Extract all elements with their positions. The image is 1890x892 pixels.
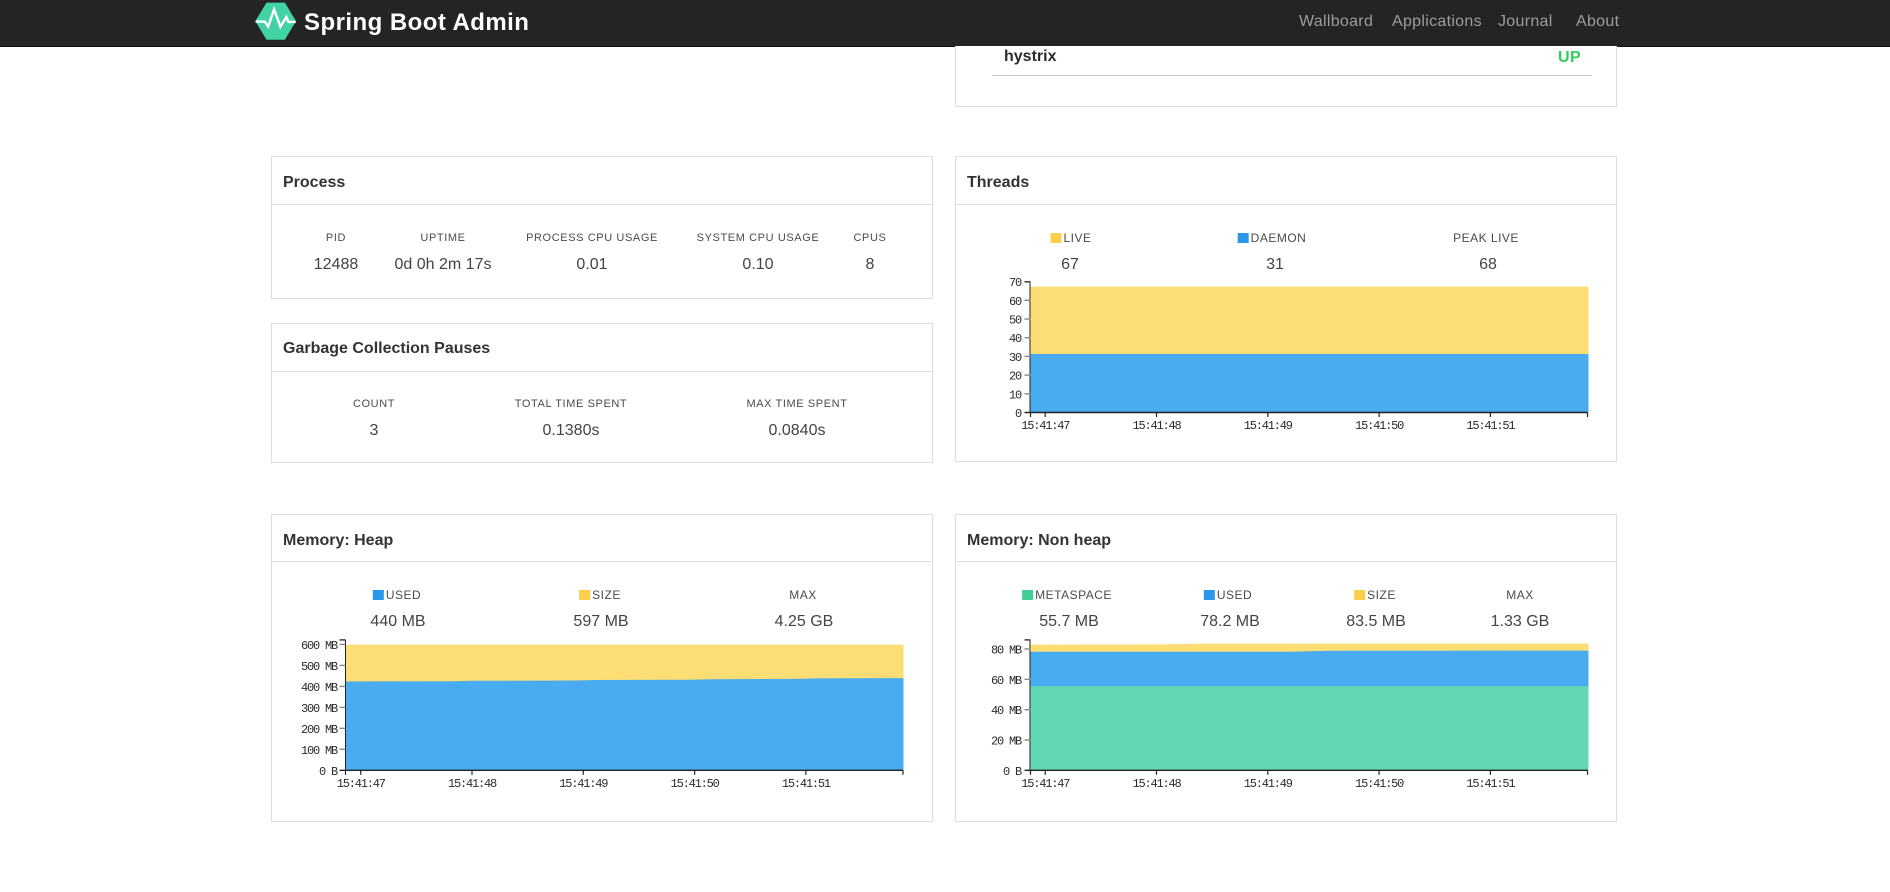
svg-text:10: 10: [1009, 388, 1022, 402]
svg-text:40 MB: 40 MB: [991, 704, 1022, 718]
svg-text:600 MB: 600 MB: [301, 639, 338, 653]
svg-text:15:41:51: 15:41:51: [782, 777, 831, 791]
svg-text:15:41:48: 15:41:48: [1132, 777, 1181, 791]
svg-text:15:41:49: 15:41:49: [559, 777, 608, 791]
svg-text:300 MB: 300 MB: [301, 702, 338, 716]
svg-text:15:41:50: 15:41:50: [1355, 777, 1404, 791]
svg-text:15:41:51: 15:41:51: [1466, 419, 1515, 433]
svg-text:15:41:50: 15:41:50: [671, 777, 720, 791]
svg-text:70: 70: [1009, 276, 1022, 290]
svg-text:15:41:48: 15:41:48: [1132, 419, 1181, 433]
svg-text:15:41:51: 15:41:51: [1466, 777, 1515, 791]
svg-text:60 MB: 60 MB: [991, 674, 1022, 688]
svg-text:15:41:49: 15:41:49: [1244, 777, 1293, 791]
svg-text:50: 50: [1009, 314, 1022, 328]
svg-text:15:41:47: 15:41:47: [1021, 419, 1070, 433]
svg-text:15:41:49: 15:41:49: [1244, 419, 1293, 433]
svg-text:15:41:50: 15:41:50: [1355, 419, 1404, 433]
svg-text:20 MB: 20 MB: [991, 735, 1022, 749]
svg-text:15:41:48: 15:41:48: [448, 777, 497, 791]
svg-text:60: 60: [1009, 295, 1022, 309]
svg-text:400 MB: 400 MB: [301, 681, 338, 695]
svg-text:0 B: 0 B: [1003, 765, 1022, 779]
svg-text:15:41:47: 15:41:47: [337, 777, 386, 791]
svg-text:15:41:47: 15:41:47: [1021, 777, 1070, 791]
svg-text:0 B: 0 B: [319, 765, 338, 779]
svg-text:30: 30: [1009, 351, 1022, 365]
svg-text:20: 20: [1009, 370, 1022, 384]
svg-text:200 MB: 200 MB: [301, 723, 338, 737]
svg-text:80 MB: 80 MB: [991, 644, 1022, 658]
svg-text:500 MB: 500 MB: [301, 660, 338, 674]
svg-text:100 MB: 100 MB: [301, 744, 338, 758]
svg-text:40: 40: [1009, 332, 1022, 346]
